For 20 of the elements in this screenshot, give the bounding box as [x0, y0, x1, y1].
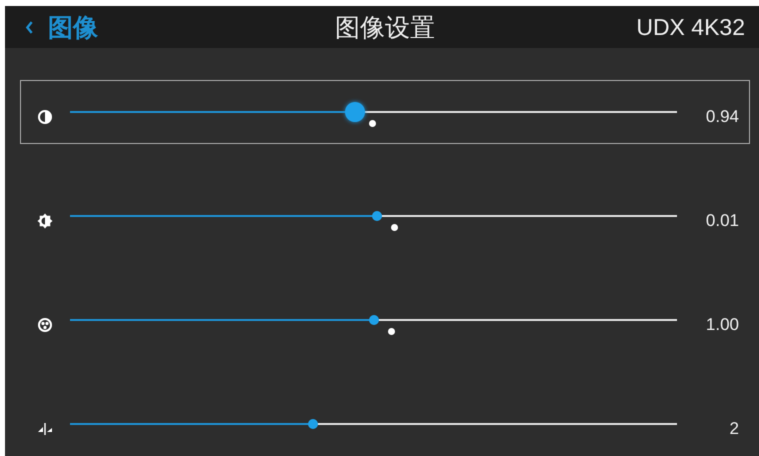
back-button[interactable]: 图像 [25, 10, 98, 44]
slider-row[interactable]: 1.00 [20, 288, 750, 352]
saturation-icon [37, 317, 53, 333]
slider-thumb[interactable] [368, 315, 378, 325]
slider-value: 0.01 [704, 211, 739, 231]
slider-thumb[interactable] [372, 211, 382, 221]
slider-thumb[interactable] [308, 419, 318, 429]
chevron-left-icon [25, 20, 34, 34]
slider-row[interactable]: 0.94 [20, 80, 750, 144]
brightness-icon [37, 213, 53, 229]
slider-row[interactable]: 0.01 [20, 184, 750, 248]
slider-value: 0.94 [704, 107, 739, 127]
slider-value: 1.00 [704, 315, 739, 335]
slider-row[interactable]: 2 [20, 392, 750, 456]
slider-value: 2 [728, 419, 739, 439]
sharpness-icon [37, 421, 53, 437]
screen-title: 图像设置 [335, 12, 435, 44]
slider-thumb[interactable] [345, 102, 366, 122]
contrast-icon [37, 109, 53, 125]
device-name: UDX 4K32 [636, 14, 745, 40]
